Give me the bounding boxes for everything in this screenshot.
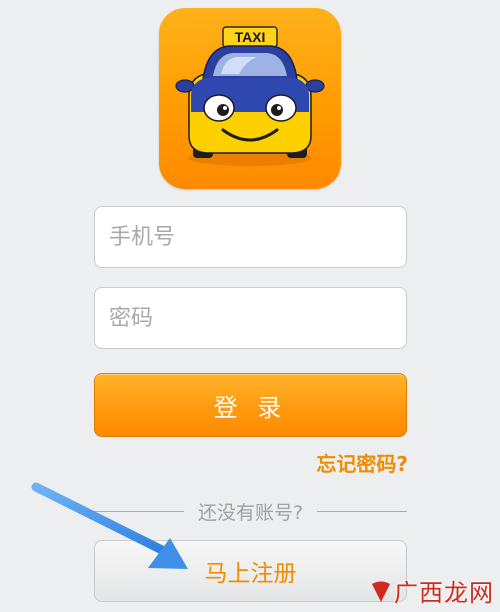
login-button[interactable]: 登 录: [94, 373, 407, 437]
phone-number-input[interactable]: [109, 224, 406, 250]
taxi-car-icon: TAXI: [175, 26, 325, 166]
register-button[interactable]: 马上注册: [94, 540, 407, 602]
forgot-password-link[interactable]: 忘记密码?: [316, 448, 408, 477]
watermark-logo-icon: [372, 581, 390, 602]
watermark: 广西龙网: [368, 573, 494, 608]
divider-line-left: [94, 510, 184, 512]
signup-divider: 还没有账号?: [94, 496, 407, 526]
divider-line-right: [317, 510, 407, 512]
signup-prompt: 还没有账号?: [197, 501, 304, 524]
password-input[interactable]: [109, 305, 406, 331]
phone-number-field[interactable]: [94, 206, 407, 268]
taxi-sign-text: TAXI: [235, 29, 266, 45]
password-field[interactable]: [94, 287, 407, 349]
watermark-text: 广西龙网: [394, 579, 494, 607]
app-logo: TAXI: [159, 8, 341, 189]
